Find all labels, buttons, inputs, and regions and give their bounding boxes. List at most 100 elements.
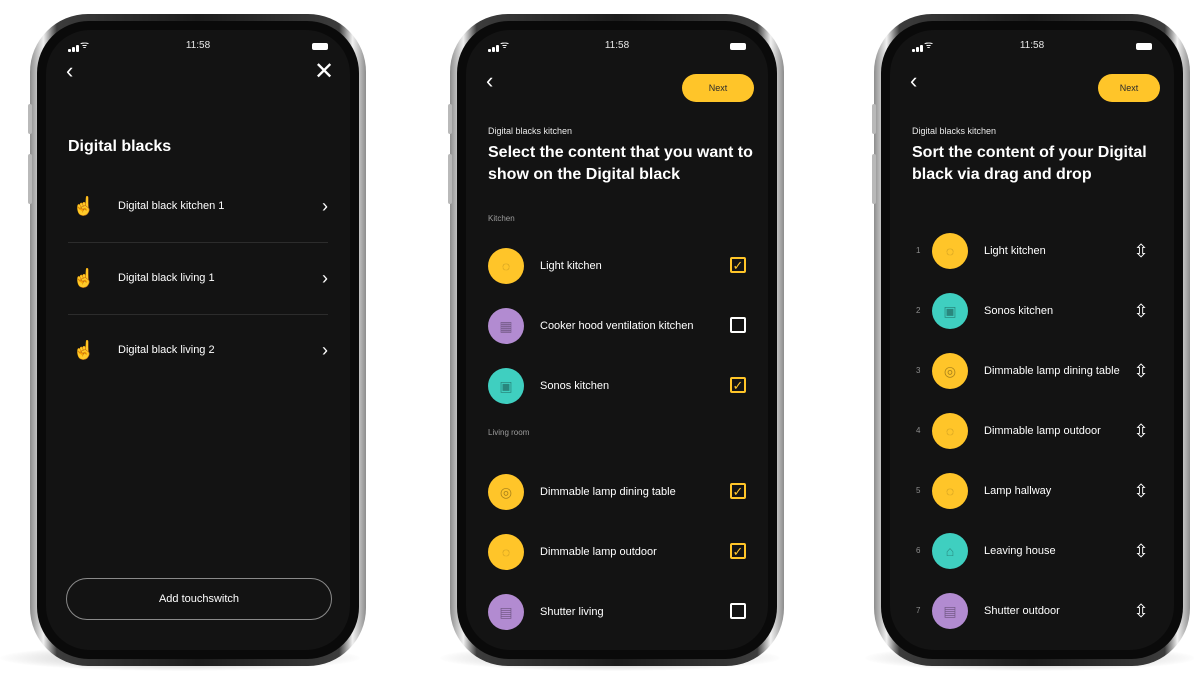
item-label: Light kitchen (540, 259, 602, 272)
item-label: Lamp hallway (984, 484, 1052, 497)
subtitle: Digital blacks kitchen (912, 126, 997, 136)
divider (68, 242, 328, 243)
page-title: Digital blacks (68, 138, 172, 155)
status-bar: ᯤ 11:58 (466, 40, 768, 54)
item-label: Dimmable lamp dining table (984, 364, 1120, 377)
close-icon[interactable]: ✕ (312, 60, 336, 84)
checkbox-checked[interactable]: ✓ (730, 257, 746, 273)
next-button[interactable]: Next (1098, 74, 1160, 102)
phone-3: ᯤ 11:58 ‹ Next Digital blacks kitchen So… (872, 14, 1190, 666)
shutter-icon: ▤ (932, 593, 968, 629)
section-label-living-room: Living room (488, 428, 530, 437)
sortable-item-light-kitchen[interactable]: 1 ◌ Light kitchen ⇳ (890, 226, 1174, 276)
item-label: Dimmable lamp outdoor (984, 424, 1101, 437)
dimmable-bulb-icon: ◎ (932, 353, 968, 389)
status-bar: ᯤ 11:58 (46, 40, 350, 54)
screen-sort-content: ᯤ 11:58 ‹ Next Digital blacks kitchen So… (890, 30, 1174, 650)
content-item-sonos-kitchen[interactable]: ▣ Sonos kitchen ✓ (466, 361, 768, 411)
speaker-icon: ▣ (932, 293, 968, 329)
bulb-icon: ◌ (932, 233, 968, 269)
drag-handle-icon[interactable]: ⇳ (1130, 600, 1152, 622)
content-item-dimmable-lamp-outdoor[interactable]: ◌ Dimmable lamp outdoor ✓ (466, 527, 768, 577)
page-heading: Sort the content of your Digital black v… (912, 144, 1147, 183)
list-item-label: Digital black living 2 (118, 344, 215, 356)
status-time: 11:58 (1019, 40, 1045, 51)
page-heading: Select the content that you want to show… (488, 144, 753, 183)
touch-panel-icon: ☝ (72, 268, 96, 288)
add-touchswitch-button[interactable]: Add touchswitch (66, 578, 332, 620)
section-label-kitchen: Kitchen (488, 214, 515, 223)
item-number: 5 (916, 486, 921, 495)
screen-select-content: ᯤ 11:58 ‹ Next Digital blacks kitchen Se… (466, 30, 768, 650)
status-time: 11:58 (604, 40, 630, 51)
phone-2: ᯤ 11:58 ‹ Next Digital blacks kitchen Se… (448, 14, 784, 666)
next-button[interactable]: Next (682, 74, 754, 102)
back-icon[interactable]: ‹ (910, 70, 934, 94)
item-label: Light kitchen (984, 244, 1046, 257)
sortable-item-leaving-house[interactable]: 6 ⌂ Leaving house ⇳ (890, 526, 1174, 576)
drag-handle-icon[interactable]: ⇳ (1130, 540, 1152, 562)
sortable-item-sonos-kitchen[interactable]: 2 ▣ Sonos kitchen ⇳ (890, 286, 1174, 336)
battery-icon (312, 43, 328, 50)
item-number: 7 (916, 606, 921, 615)
checkbox-unchecked[interactable]: ✓ (730, 317, 746, 333)
touch-panel-icon: ☝ (72, 196, 96, 216)
checkbox-checked[interactable]: ✓ (730, 483, 746, 499)
back-icon[interactable]: ‹ (486, 70, 510, 94)
drag-handle-icon[interactable]: ⇳ (1130, 360, 1152, 382)
phone-1: ᯤ 11:58 ‹ ✕ Digital blacks ☝ Digital bla… (28, 14, 366, 666)
content-item-shutter-living[interactable]: ▤ Shutter living ✓ (466, 587, 768, 637)
battery-icon (730, 43, 746, 50)
bulb-icon: ◌ (932, 473, 968, 509)
ventilation-icon: ▦ (488, 308, 524, 344)
checkbox-unchecked[interactable]: ✓ (730, 603, 746, 619)
item-number: 3 (916, 366, 921, 375)
content-item-dimmable-lamp-dining-table[interactable]: ◎ Dimmable lamp dining table ✓ (466, 467, 768, 517)
bulb-icon: ◌ (932, 413, 968, 449)
checkbox-checked[interactable]: ✓ (730, 543, 746, 559)
item-label: Dimmable lamp dining table (540, 485, 676, 498)
sortable-item-dimmable-lamp-dining-table[interactable]: 3 ◎ Dimmable lamp dining table ⇳ (890, 346, 1174, 396)
item-number: 2 (916, 306, 921, 315)
item-label: Cooker hood ventilation kitchen (540, 319, 694, 332)
item-label: Sonos kitchen (540, 379, 610, 392)
shutter-icon: ▤ (488, 594, 524, 630)
item-label: Dimmable lamp outdoor (540, 545, 657, 558)
touch-panel-icon: ☝ (72, 340, 96, 360)
list-item-digital-black-kitchen-1[interactable]: ☝ Digital black kitchen 1 › (46, 186, 350, 226)
item-label: Sonos kitchen (984, 304, 1054, 317)
item-label: Leaving house (984, 544, 1056, 557)
list-item-label: Digital black living 1 (118, 272, 215, 284)
bulb-icon: ◌ (488, 248, 524, 284)
dimmable-bulb-icon: ◎ (488, 474, 524, 510)
drag-handle-icon[interactable]: ⇳ (1130, 420, 1152, 442)
item-number: 6 (916, 546, 921, 555)
sortable-item-shutter-outdoor[interactable]: 7 ▤ Shutter outdoor ⇳ (890, 586, 1174, 636)
item-number: 1 (916, 246, 921, 255)
checkbox-checked[interactable]: ✓ (730, 377, 746, 393)
item-label: Shutter outdoor (984, 604, 1060, 617)
list-item-digital-black-living-2[interactable]: ☝ Digital black living 2 › (46, 330, 350, 370)
subtitle: Digital blacks kitchen (488, 126, 573, 136)
item-number: 4 (916, 426, 921, 435)
back-icon[interactable]: ‹ (66, 60, 90, 84)
status-bar: ᯤ 11:58 (890, 40, 1174, 54)
chevron-right-icon: › (322, 268, 328, 288)
item-label: Shutter living (540, 605, 604, 618)
content-item-cooker-hood[interactable]: ▦ Cooker hood ventilation kitchen ✓ (466, 301, 768, 351)
drag-handle-icon[interactable]: ⇳ (1130, 300, 1152, 322)
chevron-right-icon: › (322, 340, 328, 360)
drag-handle-icon[interactable]: ⇳ (1130, 480, 1152, 502)
sortable-item-dimmable-lamp-outdoor[interactable]: 4 ◌ Dimmable lamp outdoor ⇳ (890, 406, 1174, 456)
chevron-right-icon: › (322, 196, 328, 216)
divider (68, 314, 328, 315)
battery-icon (1136, 43, 1152, 50)
status-time: 11:58 (185, 40, 211, 51)
list-item-digital-black-living-1[interactable]: ☝ Digital black living 1 › (46, 258, 350, 298)
speaker-icon: ▣ (488, 368, 524, 404)
house-icon: ⌂ (932, 533, 968, 569)
drag-handle-icon[interactable]: ⇳ (1130, 240, 1152, 262)
sortable-item-lamp-hallway[interactable]: 5 ◌ Lamp hallway ⇳ (890, 466, 1174, 516)
bulb-icon: ◌ (488, 534, 524, 570)
content-item-light-kitchen[interactable]: ◌ Light kitchen ✓ (466, 241, 768, 291)
